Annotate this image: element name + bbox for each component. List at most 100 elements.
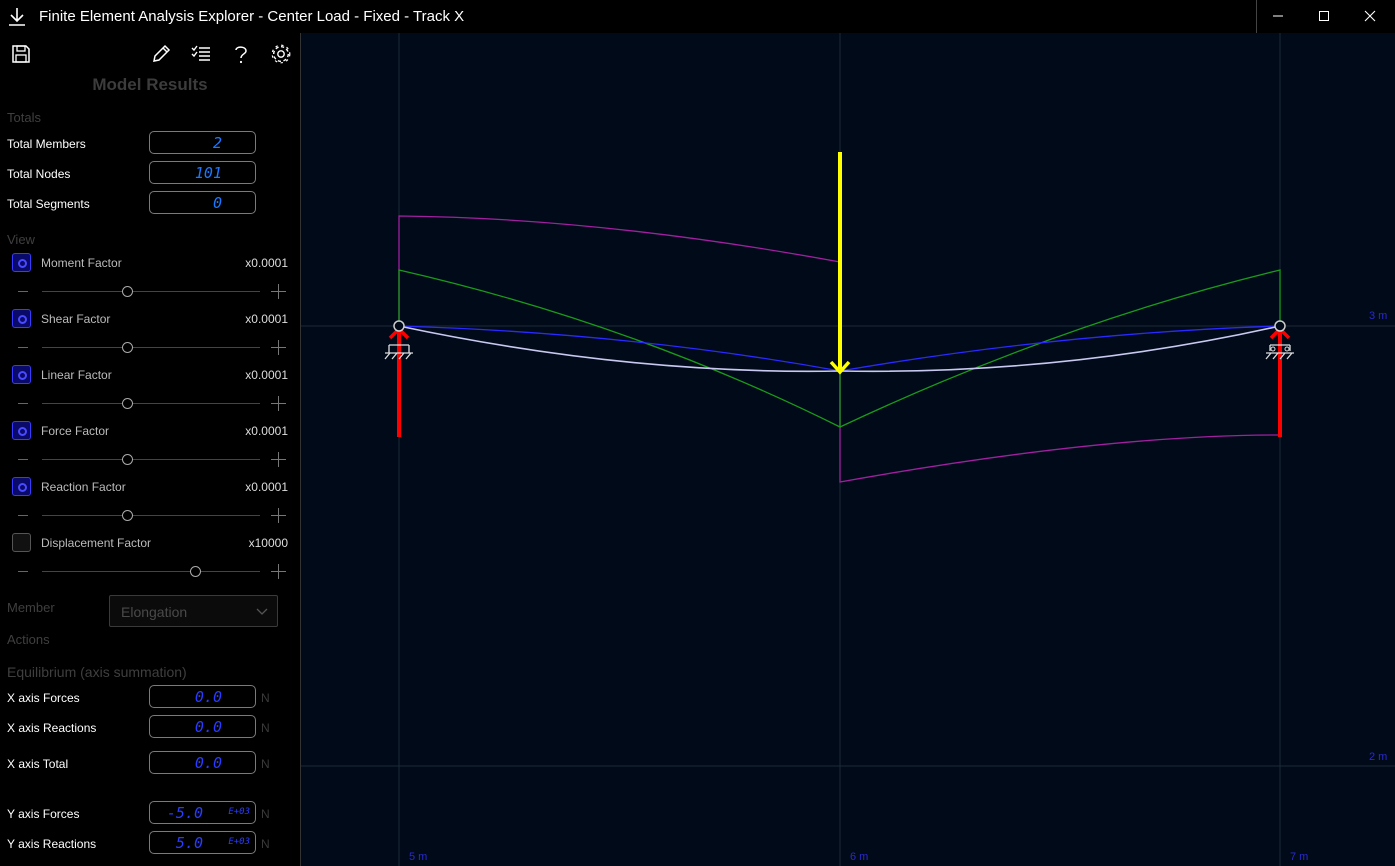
totals-section-label: Totals (7, 110, 41, 125)
slider-thumb[interactable] (189, 566, 201, 577)
y-grid-label: 2 m (1369, 751, 1387, 763)
y-axis-reactions-label: Y axis Reactions (7, 837, 97, 851)
plus-icon[interactable] (271, 284, 286, 299)
slider-thumb[interactable] (122, 454, 134, 465)
slider-track[interactable] (42, 571, 260, 572)
x-axis-forces-label: X axis Forces (7, 691, 80, 705)
minus-icon[interactable] (18, 291, 28, 292)
total-nodes-label: Total Nodes (7, 167, 71, 181)
minus-icon[interactable] (18, 403, 28, 404)
shear-factor-checkbox[interactable] (12, 309, 31, 328)
y-axis-reactions-value: 5.0 (175, 834, 203, 852)
moment-factor-checkbox[interactable] (12, 253, 31, 272)
reaction-factor-checkbox[interactable] (12, 477, 31, 496)
force-factor-value: x0.0001 (245, 424, 288, 438)
chevron-down-icon (256, 608, 268, 615)
model-canvas[interactable]: 5 m 6 m 7 m 3 m 2 m (301, 33, 1395, 866)
help-icon[interactable] (230, 43, 252, 65)
slider-track[interactable] (42, 515, 260, 516)
linear-factor-slider[interactable] (14, 396, 288, 412)
shear-diagram-left (398, 269, 841, 429)
y-axis-forces-exponent: E+03 (228, 807, 250, 817)
minimize-button[interactable] (1255, 0, 1301, 33)
slider-track[interactable] (42, 347, 260, 348)
displacement-factor-label: Displacement Factor (41, 536, 152, 550)
y-axis-forces-value: -5.0 (166, 804, 203, 822)
moment-diagram-right (839, 326, 1281, 483)
slider-track[interactable] (42, 403, 260, 404)
checklist-icon[interactable] (190, 43, 212, 65)
plus-icon[interactable] (271, 396, 286, 411)
equilibrium-section-label: Equilibrium (axis summation) (7, 664, 187, 680)
x-axis-total-unit: N (261, 757, 270, 771)
close-icon (1364, 10, 1376, 22)
moment-factor-slider[interactable] (14, 284, 288, 300)
left-node[interactable] (393, 320, 405, 332)
shear-factor-label: Shear Factor (41, 312, 111, 326)
x-grid-label: 5 m (409, 851, 427, 863)
force-factor-checkbox[interactable] (12, 421, 31, 440)
beam-diagram: 5 m 6 m 7 m 3 m 2 m (301, 33, 1395, 866)
moment-factor-value: x0.0001 (245, 256, 288, 270)
total-segments-display: 0 (149, 191, 256, 214)
minus-icon[interactable] (18, 347, 28, 348)
shear-diagram-right (839, 269, 1281, 428)
y-axis-forces-display: -5.0 E+03 (149, 801, 256, 824)
plus-icon[interactable] (271, 452, 286, 467)
maximize-button[interactable] (1301, 0, 1347, 33)
y-axis-forces-label: Y axis Forces (7, 807, 80, 821)
minus-icon[interactable] (18, 459, 28, 460)
download-arrow-icon (8, 7, 26, 27)
member-result-value: Elongation (121, 604, 188, 620)
x-axis-forces-display: 0.0 (149, 685, 256, 708)
slider-thumb[interactable] (122, 510, 134, 521)
displacement-factor-slider[interactable] (14, 564, 288, 580)
reaction-factor-slider[interactable] (14, 508, 288, 524)
title-bar: Finite Element Analysis Explorer - Cente… (0, 0, 1395, 33)
displacement-factor-value: x10000 (248, 536, 288, 550)
slider-track[interactable] (42, 459, 260, 460)
x-axis-total-label: X axis Total (7, 757, 69, 771)
maximize-icon (1319, 11, 1329, 21)
gear-icon[interactable] (270, 43, 292, 65)
x-axis-forces-value: 0.0 (194, 688, 222, 706)
y-grid-label: 3 m (1369, 310, 1387, 322)
results-panel: Model Results Totals Total Members 2 Tot… (0, 33, 300, 866)
pencil-icon[interactable] (150, 43, 172, 65)
slider-track[interactable] (42, 291, 260, 292)
x-grid-label: 6 m (850, 851, 868, 863)
plus-icon[interactable] (271, 508, 286, 523)
y-axis-reactions-display: 5.0 E+03 (149, 831, 256, 854)
minus-icon[interactable] (18, 571, 28, 572)
right-node[interactable] (1274, 320, 1286, 332)
x-axis-reactions-value: 0.0 (194, 718, 222, 736)
force-factor-slider[interactable] (14, 452, 288, 468)
member-result-select[interactable]: Elongation (109, 595, 278, 627)
linear-factor-checkbox[interactable] (12, 365, 31, 384)
total-members-label: Total Members (7, 137, 86, 151)
reaction-factor-value: x0.0001 (245, 480, 288, 494)
plus-icon[interactable] (271, 340, 286, 355)
y-axis-reactions-unit: N (261, 837, 270, 851)
slider-thumb[interactable] (122, 398, 134, 409)
member-section-label: Member (7, 600, 55, 615)
minus-icon[interactable] (18, 515, 28, 516)
actions-section-label: Actions (7, 632, 50, 647)
x-grid-label: 7 m (1290, 851, 1308, 863)
displacement-factor-checkbox[interactable] (12, 533, 31, 552)
force-factor-label: Force Factor (41, 424, 110, 438)
window-title: Finite Element Analysis Explorer - Cente… (39, 8, 465, 25)
slider-thumb[interactable] (122, 286, 134, 297)
x-axis-total-value: 0.0 (194, 754, 222, 772)
close-button[interactable] (1347, 0, 1393, 33)
view-section-label: View (7, 232, 35, 247)
slider-thumb[interactable] (122, 342, 134, 353)
reaction-factor-label: Reaction Factor (41, 480, 126, 494)
plus-icon[interactable] (271, 564, 286, 579)
y-axis-forces-unit: N (261, 807, 270, 821)
x-axis-reactions-label: X axis Reactions (7, 721, 97, 735)
x-axis-reactions-unit: N (261, 721, 270, 735)
shear-factor-slider[interactable] (14, 340, 288, 356)
total-nodes-display: 101 (149, 161, 256, 184)
save-icon[interactable] (10, 43, 32, 65)
